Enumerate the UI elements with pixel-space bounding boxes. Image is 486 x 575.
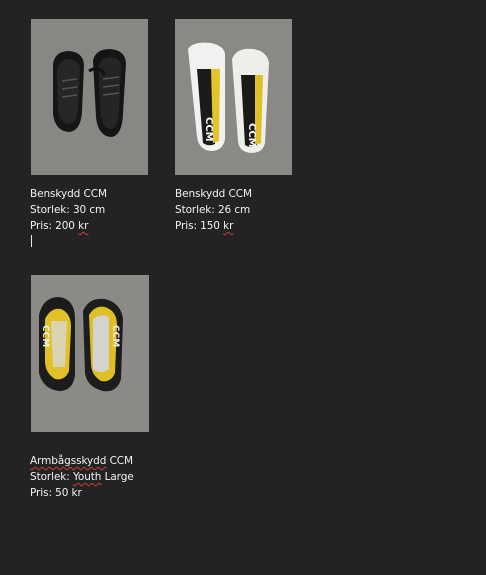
item-2-name: Benskydd CCM bbox=[175, 188, 252, 200]
item-3-name: Armbågsskydd CCM bbox=[30, 455, 133, 467]
white-yellow-shin-guards-photo: CCM CCM bbox=[175, 19, 292, 175]
item-2-size: Storlek: 26 cm bbox=[175, 204, 251, 216]
item-1-price: Pris: 200 kr bbox=[30, 220, 89, 232]
document-page: CCM CCM Benskydd CCM Storlek: 30 cm Pris… bbox=[0, 0, 486, 575]
item-3-size: Storlek: Youth Large bbox=[30, 471, 134, 483]
text-cursor bbox=[31, 235, 32, 247]
item-2-caption: Benskydd CCM Storlek: 26 cm Pris: 150 kr bbox=[175, 186, 252, 234]
svg-text:CCM: CCM bbox=[40, 325, 50, 347]
svg-text:CCM: CCM bbox=[110, 325, 120, 347]
item-3-price: Pris: 50 kr bbox=[30, 487, 82, 499]
elbow-pads-photo: CCM CCM bbox=[31, 275, 149, 432]
svg-text:CCM: CCM bbox=[203, 117, 214, 142]
svg-text:CCM: CCM bbox=[246, 123, 257, 148]
item-3-caption: Armbågsskydd CCM Storlek: Youth Large Pr… bbox=[30, 453, 134, 501]
item-1-name: Benskydd CCM bbox=[30, 188, 107, 200]
item-2-price: Pris: 150 kr bbox=[175, 220, 234, 232]
item-1-size: Storlek: 30 cm bbox=[30, 204, 106, 216]
item-1-caption: Benskydd CCM Storlek: 30 cm Pris: 200 kr bbox=[30, 186, 107, 234]
black-shin-guards-photo bbox=[31, 19, 148, 175]
